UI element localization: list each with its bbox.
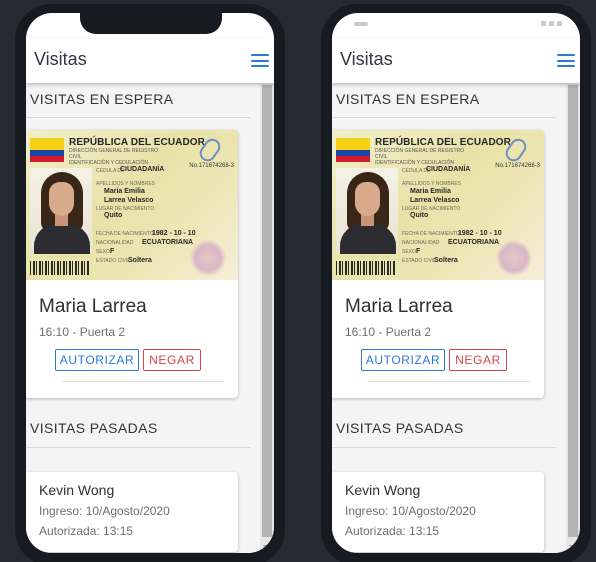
- app-bar: Visitas: [332, 39, 580, 83]
- id-doc-type: CIUDADANÍA: [426, 166, 471, 173]
- id-names-line1: Maria Emilia: [104, 188, 145, 195]
- past-visit-card[interactable]: Kevin Wong Ingreso: 10/Agosto/2020 Autor…: [26, 472, 238, 552]
- section-divider: [332, 117, 556, 118]
- id-sex-label: SEXO: [402, 249, 416, 255]
- section-divider: [26, 117, 250, 118]
- scrollbar-thumb[interactable]: [262, 85, 272, 537]
- scroll-down-arrow-icon[interactable]: [263, 545, 271, 550]
- content-area: VISITAS EN ESPERA REPÚBLICA DEL ECUADOR …: [26, 83, 260, 553]
- id-names-line2: Larrea Velasco: [410, 197, 460, 204]
- visitor-name: Maria Larrea: [39, 296, 147, 317]
- past-visit-card[interactable]: Kevin Wong Ingreso: 10/Agosto/2020 Autor…: [332, 472, 544, 552]
- id-names-line1: Maria Emilia: [410, 188, 451, 195]
- phone-frame-left: Visitas VISITAS EN ESPERA REPÚBLICA DEL …: [15, 4, 285, 562]
- id-sex: F: [416, 248, 421, 255]
- past-visit-entry: Ingreso: 10/Agosto/2020: [345, 504, 476, 518]
- section-divider: [26, 447, 250, 448]
- id-country: REPÚBLICA DEL ECUADOR: [69, 137, 205, 148]
- id-names-label: APELLIDOS Y NOMBRES: [96, 181, 156, 187]
- id-civil-label: ESTADO CIVIL: [402, 258, 437, 264]
- past-visit-authorized: Autorizada: 13:15: [39, 524, 134, 538]
- approve-button[interactable]: AUTORIZAR: [55, 349, 139, 371]
- id-civil: Soltera: [128, 257, 152, 264]
- id-number: No.171674268-3: [189, 163, 234, 169]
- id-seal: [496, 240, 532, 276]
- phone-screen-right: Visitas VISITAS EN ESPERA REPÚBLICA DEL …: [332, 13, 580, 553]
- hamburger-menu-icon[interactable]: [557, 54, 575, 67]
- id-birthplace: Quito: [410, 212, 429, 219]
- visitor-name: Maria Larrea: [345, 296, 453, 317]
- id-nationality: ECUATORIANA: [448, 239, 500, 246]
- status-bar-indicators: [541, 21, 562, 26]
- waiting-visit-card: REPÚBLICA DEL ECUADOR DIRECCIÓN GENERAL …: [332, 130, 544, 398]
- hamburger-menu-icon[interactable]: [251, 54, 269, 67]
- scrollbar[interactable]: [260, 83, 274, 553]
- app-bar: Visitas: [26, 39, 274, 83]
- id-nationality-label: NACIONALIDAD: [96, 240, 134, 246]
- id-civil: Soltera: [434, 257, 458, 264]
- id-nationality: ECUATORIANA: [142, 239, 194, 246]
- past-visitor-name: Kevin Wong: [345, 482, 421, 498]
- ecuador-flag-icon: [336, 138, 370, 162]
- section-title-past: VISITAS PASADAS: [336, 420, 464, 436]
- approve-button[interactable]: AUTORIZAR: [361, 349, 445, 371]
- phone-screen-left: Visitas VISITAS EN ESPERA REPÚBLICA DEL …: [26, 13, 274, 553]
- card-divider: [62, 381, 224, 382]
- phone-frame-right: Visitas VISITAS EN ESPERA REPÚBLICA DEL …: [321, 4, 591, 562]
- visit-time-gate: 16:10 - Puerta 2: [39, 325, 126, 339]
- app-title: Visitas: [340, 49, 393, 69]
- id-birthplace: Quito: [104, 212, 123, 219]
- id-issuer: DIRECCIÓN GENERAL DE REGISTRO CIVIL IDENT…: [69, 148, 158, 166]
- id-number: No.171674268-3: [495, 163, 540, 169]
- past-visitor-name: Kevin Wong: [39, 482, 115, 498]
- id-birthdate-label: FECHA DE NACIMIENTO: [96, 231, 154, 237]
- id-sex: F: [110, 248, 115, 255]
- id-civil-label: ESTADO CIVIL: [96, 258, 131, 264]
- deny-button[interactable]: NEGAR: [449, 349, 507, 371]
- id-barcode: [30, 261, 90, 275]
- section-divider: [332, 447, 556, 448]
- id-issuer: DIRECCIÓN GENERAL DE REGISTRO CIVIL IDENT…: [375, 148, 464, 166]
- id-portrait: [30, 168, 92, 254]
- section-title-past: VISITAS PASADAS: [30, 420, 158, 436]
- id-card-image: REPÚBLICA DEL ECUADOR DIRECCIÓN GENERAL …: [26, 130, 238, 280]
- id-country: REPÚBLICA DEL ECUADOR: [375, 137, 511, 148]
- id-birthdate: 1982 - 10 - 10: [152, 230, 196, 237]
- id-seal: [190, 240, 226, 276]
- section-title-waiting: VISITAS EN ESPERA: [336, 91, 480, 107]
- scroll-down-arrow-icon[interactable]: [569, 545, 577, 550]
- id-doc-type: CIUDADANÍA: [120, 166, 165, 173]
- ecuador-flag-icon: [30, 138, 64, 162]
- scrollbar-thumb[interactable]: [568, 85, 578, 537]
- past-visit-entry: Ingreso: 10/Agosto/2020: [39, 504, 170, 518]
- id-sex-label: SEXO: [96, 249, 110, 255]
- id-names-line2: Larrea Velasco: [104, 197, 154, 204]
- past-visit-authorized: Autorizada: 13:15: [345, 524, 440, 538]
- status-bar-pill: [354, 22, 368, 26]
- deny-button[interactable]: NEGAR: [143, 349, 201, 371]
- visit-time-gate: 16:10 - Puerta 2: [345, 325, 432, 339]
- phone-notch: [80, 13, 222, 34]
- id-birthdate-label: FECHA DE NACIMIENTO: [402, 231, 460, 237]
- id-barcode: [336, 261, 396, 275]
- id-card-image: REPÚBLICA DEL ECUADOR DIRECCIÓN GENERAL …: [332, 130, 544, 280]
- id-portrait: [336, 168, 398, 254]
- app-title: Visitas: [34, 49, 87, 69]
- card-divider: [368, 381, 530, 382]
- scrollbar[interactable]: [566, 83, 580, 553]
- id-birthdate: 1982 - 10 - 10: [458, 230, 502, 237]
- section-title-waiting: VISITAS EN ESPERA: [30, 91, 174, 107]
- content-area: VISITAS EN ESPERA REPÚBLICA DEL ECUADOR …: [332, 83, 566, 553]
- id-nationality-label: NACIONALIDAD: [402, 240, 440, 246]
- waiting-visit-card: REPÚBLICA DEL ECUADOR DIRECCIÓN GENERAL …: [26, 130, 238, 398]
- id-names-label: APELLIDOS Y NOMBRES: [402, 181, 462, 187]
